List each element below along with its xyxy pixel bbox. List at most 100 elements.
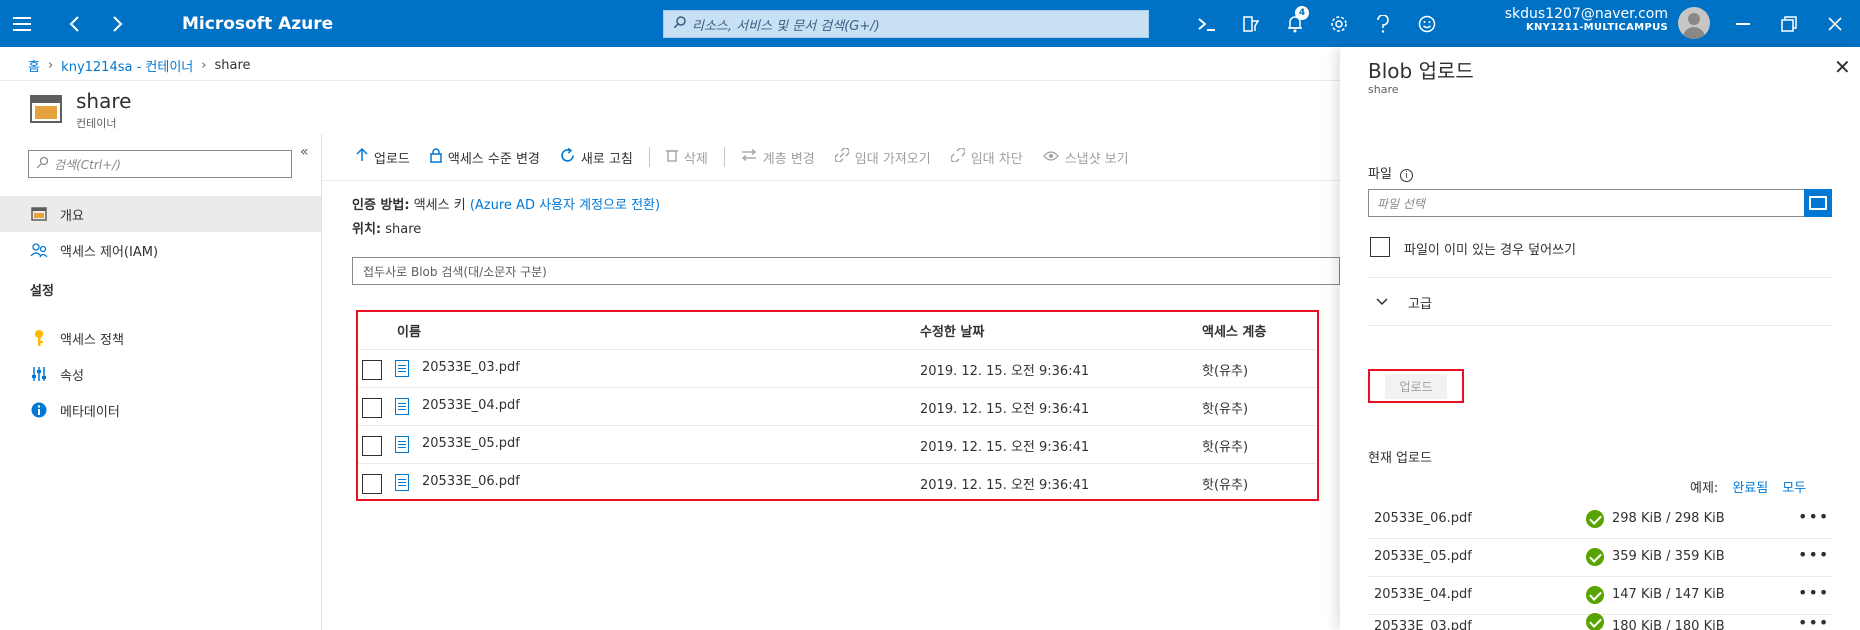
blob-modified: 2019. 12. 15. 오전 9:36:41 — [920, 364, 1090, 379]
refresh-button[interactable]: 새로 고침 — [550, 147, 643, 167]
upload-button[interactable]: 업로드 — [346, 147, 420, 167]
account-info[interactable]: skdus1207@naver.com KNY1211-MULTICAMPUS — [1496, 6, 1668, 33]
info-icon[interactable]: i — [1400, 169, 1414, 182]
back-icon[interactable] — [52, 0, 96, 47]
breadcrumb: 홈 › kny1214sa - 컨테이너 › share — [28, 56, 251, 75]
feedback-smiley-icon[interactable] — [1405, 0, 1449, 47]
breadcrumb-account[interactable]: kny1214sa - 컨테이너 — [61, 56, 193, 75]
upload-file-name: 20533E_04.pdf — [1374, 587, 1472, 602]
location: 위치: share — [352, 218, 421, 237]
row-checkbox[interactable] — [362, 436, 382, 456]
success-check-icon — [1586, 510, 1604, 528]
row-checkbox[interactable] — [362, 474, 382, 494]
table-row[interactable]: 20533E_04.pdf 2019. 12. 15. 오전 9:36:41 핫… — [358, 388, 1317, 426]
notifications-bell-icon[interactable]: 4 — [1273, 0, 1317, 47]
nav-item-properties[interactable]: 속성 — [0, 356, 321, 392]
current-uploads-heading: 현재 업로드 — [1368, 451, 1432, 466]
close-icon[interactable]: ✕ — [1834, 55, 1851, 79]
forward-icon[interactable] — [96, 0, 140, 47]
close-window-icon[interactable] — [1812, 0, 1858, 47]
delete-button[interactable]: 삭제 — [656, 148, 718, 167]
hamburger-menu-icon[interactable] — [0, 0, 44, 47]
top-bar: Microsoft Azure 리소스, 서비스 및 문서 검색(G+/) 4 … — [0, 0, 1860, 47]
column-header-modified[interactable]: 수정한 날짜 — [920, 321, 984, 340]
blob-prefix-search-input[interactable]: 접두사로 Blob 검색(대/소문자 구분) — [352, 257, 1340, 285]
upload-item: 20533E_04.pdf 147 KiB / 147 KiB ••• — [1368, 577, 1832, 615]
nav-search-input[interactable]: 검색(Ctrl+/) — [28, 150, 292, 178]
nav-item-overview[interactable]: 개요 — [0, 196, 321, 232]
filter-all-link[interactable]: 모두 — [1782, 477, 1806, 496]
table-row[interactable]: 20533E_05.pdf 2019. 12. 15. 오전 9:36:41 핫… — [358, 426, 1317, 464]
upload-submit-button[interactable]: 업로드 — [1368, 369, 1464, 403]
blob-name[interactable]: 20533E_06.pdf — [422, 474, 520, 489]
file-select-input[interactable]: 파일 선택 — [1368, 189, 1828, 217]
advanced-label: 고급 — [1408, 297, 1432, 312]
breadcrumb-home[interactable]: 홈 — [28, 56, 40, 75]
account-directory: KNY1211-MULTICAMPUS — [1525, 22, 1668, 33]
column-header-tier[interactable]: 액세스 계층 — [1202, 321, 1266, 340]
eye-icon — [1042, 150, 1059, 165]
page-title: share — [76, 89, 132, 113]
directory-filter-icon[interactable] — [1229, 0, 1273, 47]
collapse-nav-icon[interactable]: « — [300, 144, 309, 160]
overview-icon — [30, 207, 48, 221]
view-snapshots-button[interactable]: 스냅샷 보기 — [1033, 148, 1139, 167]
more-options-icon[interactable]: ••• — [1798, 613, 1829, 630]
help-question-icon[interactable] — [1361, 0, 1405, 47]
nav-item-metadata[interactable]: 메타데이터 — [0, 392, 321, 428]
advanced-toggle[interactable]: 고급 — [1376, 293, 1432, 312]
blob-tier: 핫(유추) — [1202, 402, 1249, 417]
blob-name[interactable]: 20533E_04.pdf — [422, 398, 520, 413]
folder-browse-icon[interactable] — [1804, 189, 1832, 217]
blob-modified: 2019. 12. 15. 오전 9:36:41 — [920, 478, 1090, 493]
file-select-placeholder: 파일 선택 — [1377, 196, 1425, 211]
nav-item-access-policy[interactable]: 액세스 정책 — [0, 320, 321, 356]
more-options-icon[interactable]: ••• — [1798, 583, 1829, 602]
blob-modified: 2019. 12. 15. 오전 9:36:41 — [920, 402, 1090, 417]
overwrite-checkbox[interactable] — [1370, 237, 1390, 257]
cloud-shell-icon[interactable] — [1185, 0, 1229, 47]
minimize-icon[interactable] — [1720, 0, 1766, 47]
notification-count-badge: 4 — [1295, 6, 1309, 20]
blob-tier: 핫(유추) — [1202, 364, 1249, 379]
blob-name[interactable]: 20533E_03.pdf — [422, 360, 520, 375]
column-header-name[interactable]: 이름 — [397, 321, 421, 340]
command-toolbar: 업로드 액세스 수준 변경 새로 고침 삭제 계층 변경 임대 가져오기 임대 … — [346, 140, 1139, 174]
filter-complete-link[interactable]: 완료됨 — [1732, 477, 1768, 496]
blob-table: 이름 수정한 날짜 액세스 계층 20533E_03.pdf 2019. 12.… — [356, 310, 1319, 501]
more-options-icon[interactable]: ••• — [1798, 507, 1829, 526]
change-access-level-button[interactable]: 액세스 수준 변경 — [420, 147, 550, 167]
nav-item-iam[interactable]: 액세스 제어(IAM) — [0, 232, 321, 268]
file-icon — [395, 436, 409, 453]
restore-window-icon[interactable] — [1766, 0, 1812, 47]
upload-size: 359 KiB / 359 KiB — [1612, 549, 1725, 564]
panel-title: Blob 업로드 — [1368, 59, 1474, 83]
nav-item-label: 액세스 정책 — [60, 332, 124, 348]
file-icon — [395, 398, 409, 415]
auth-method: 인증 방법: 액세스 키 (Azure AD 사용자 계정으로 전환) — [352, 194, 660, 213]
blob-modified: 2019. 12. 15. 오전 9:36:41 — [920, 440, 1090, 455]
row-checkbox[interactable] — [362, 398, 382, 418]
left-nav: 검색(Ctrl+/) « 개요 액세스 제어(IAM) 설정 액세스 정책 속성… — [0, 134, 322, 630]
panel-subtitle: share — [1368, 83, 1399, 96]
nav-search-placeholder: 검색(Ctrl+/) — [54, 157, 121, 172]
success-check-icon — [1586, 548, 1604, 566]
switch-to-azure-ad-link[interactable]: (Azure AD 사용자 계정으로 전환) — [470, 198, 660, 213]
nav-section-settings: 설정 — [30, 284, 54, 299]
blob-tier: 핫(유추) — [1202, 440, 1249, 455]
break-lease-button[interactable]: 임대 차단 — [941, 147, 1033, 167]
avatar[interactable] — [1678, 7, 1710, 39]
change-tier-button[interactable]: 계층 변경 — [731, 148, 825, 167]
table-row[interactable]: 20533E_03.pdf 2019. 12. 15. 오전 9:36:41 핫… — [358, 350, 1317, 388]
acquire-lease-button[interactable]: 임대 가져오기 — [825, 147, 941, 167]
upload-file-name: 20533E_06.pdf — [1374, 511, 1472, 526]
row-checkbox[interactable] — [362, 360, 382, 380]
brand-title[interactable]: Microsoft Azure — [182, 14, 333, 34]
blob-name[interactable]: 20533E_05.pdf — [422, 436, 520, 451]
settings-gear-icon[interactable] — [1317, 0, 1361, 47]
table-row[interactable]: 20533E_06.pdf 2019. 12. 15. 오전 9:36:41 핫… — [358, 464, 1317, 502]
chevron-down-icon — [1376, 295, 1388, 310]
global-search-input[interactable]: 리소스, 서비스 및 문서 검색(G+/) — [663, 10, 1149, 38]
filter-label: 예제: — [1690, 481, 1719, 496]
more-options-icon[interactable]: ••• — [1798, 545, 1829, 564]
